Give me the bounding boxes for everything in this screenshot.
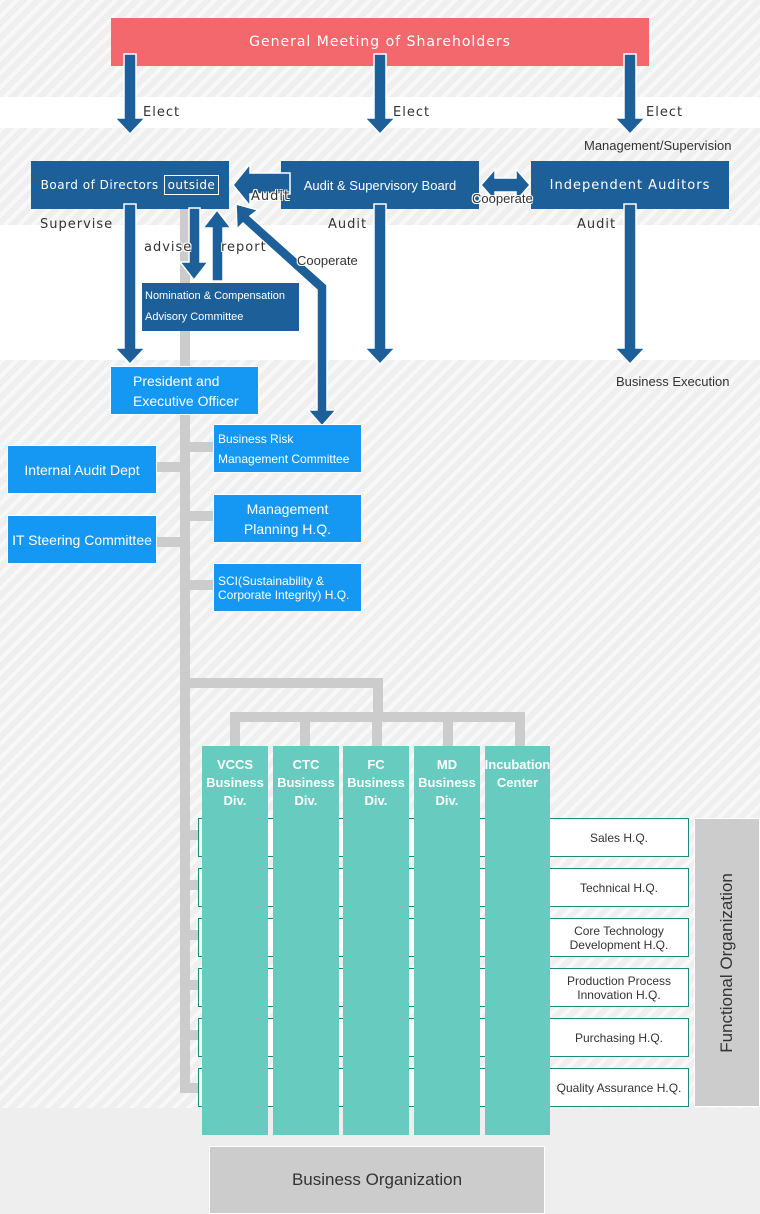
audit-arrow-execution-1 bbox=[363, 203, 397, 366]
business-organization-label: Business Organization bbox=[291, 1170, 463, 1189]
cooperate-risk-label: Cooperate bbox=[297, 253, 358, 268]
president-box: President and Executive Officer bbox=[110, 366, 259, 415]
functional-unit-label: Quality Assurance H.Q. bbox=[556, 1080, 682, 1095]
audit-label-3: Audit bbox=[577, 217, 617, 232]
functional-unit-label: Purchasing H.Q. bbox=[574, 1030, 664, 1045]
cooperate-auditors-label: Cooperate bbox=[472, 191, 533, 206]
president-line2: Executive Officer bbox=[133, 392, 239, 409]
business-division-fc: FC Business Div. bbox=[343, 746, 409, 1135]
elect-arrow-auditors bbox=[613, 53, 647, 136]
functional-unit-label: Sales H.Q. bbox=[589, 830, 649, 845]
audit-arrow-execution-2 bbox=[613, 203, 647, 366]
business-division-vccs: VCCS Business Div. bbox=[202, 746, 268, 1135]
advise-label: advise bbox=[144, 240, 193, 255]
elect-label-1: Elect bbox=[143, 105, 181, 120]
business-organization-label-box: Business Organization bbox=[209, 1146, 545, 1214]
incubation-center: Incubation Center bbox=[485, 746, 550, 1135]
it-steering-box: IT Steering Committee bbox=[7, 515, 157, 564]
elect-label-3: Elect bbox=[646, 105, 684, 120]
supervise-label: Supervise bbox=[40, 217, 114, 232]
functional-unit-label: Production Process Innovation H.Q. bbox=[566, 973, 672, 1002]
president-line1: President and bbox=[133, 372, 220, 389]
risk-committee-line2: Management Committee bbox=[218, 451, 350, 466]
functional-organization-label: Functional Organization bbox=[717, 872, 737, 1053]
management-planning-line1: Management bbox=[246, 500, 329, 517]
sci-box: SCI(Sustainability & Corporate Integrity… bbox=[213, 563, 362, 612]
risk-committee-box: Business Risk Management Committee bbox=[213, 424, 362, 473]
business-division-ctc: CTC Business Div. bbox=[273, 746, 339, 1135]
functional-unit-label: Core Technology Development H.Q. bbox=[569, 923, 669, 952]
functional-organization-label-box: Functional Organization bbox=[694, 818, 760, 1107]
internal-audit-box: Internal Audit Dept bbox=[7, 445, 157, 494]
functional-unit-label: Technical H.Q. bbox=[579, 880, 659, 895]
management-planning-box: Management Planning H.Q. bbox=[213, 494, 362, 543]
report-label: report bbox=[221, 240, 267, 255]
management-planning-line2: Planning H.Q. bbox=[243, 520, 332, 537]
internal-audit-label: Internal Audit Dept bbox=[24, 461, 140, 478]
it-steering-label: IT Steering Committee bbox=[12, 531, 152, 548]
audit-label-2: Audit bbox=[328, 217, 368, 232]
risk-committee-line1: Business Risk bbox=[218, 431, 294, 446]
supervise-arrow bbox=[113, 203, 147, 366]
elect-arrow-board bbox=[113, 53, 147, 136]
management-supervision-label: Management/Supervision bbox=[584, 138, 732, 153]
business-division-md: MD Business Div. bbox=[414, 746, 480, 1135]
elect-label-2: Elect bbox=[393, 105, 431, 120]
elect-arrow-audit-board bbox=[363, 53, 397, 136]
business-execution-label: Business Execution bbox=[616, 374, 730, 389]
sci-line2: Corporate Integrity) H.Q. bbox=[218, 587, 350, 602]
sci-line1: SCI(Sustainability & bbox=[218, 573, 325, 588]
audit-to-board-label: Audit bbox=[251, 189, 291, 204]
